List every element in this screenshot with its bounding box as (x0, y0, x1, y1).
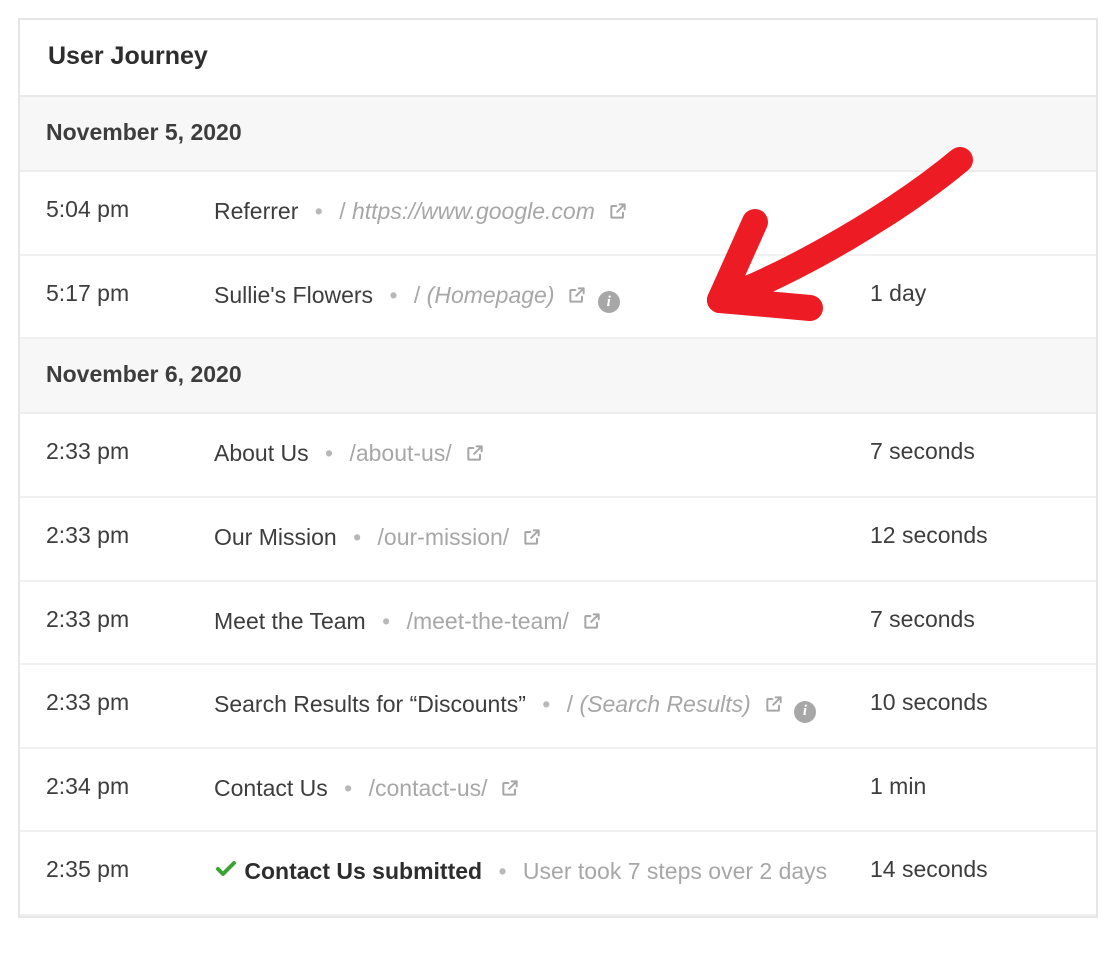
entry-title: Sullie's Flowers (214, 282, 373, 308)
entry-duration: 7 seconds (870, 436, 1070, 465)
entry-duration: 12 seconds (870, 520, 1070, 549)
entry-path: https://www.google.com (352, 198, 595, 224)
date-header: November 6, 2020 (20, 339, 1096, 414)
entry-title: Meet the Team (214, 608, 366, 634)
entry-main: Referrer • / https://www.google.com (214, 194, 870, 232)
entry-duration: 10 seconds (870, 687, 1070, 716)
entry-main: Contact Us submitted • User took 7 steps… (214, 854, 870, 892)
entry-time: 2:35 pm (46, 854, 214, 883)
entry-duration: 1 day (870, 278, 1070, 307)
entry-main: Contact Us • /contact-us/ (214, 771, 870, 809)
entry-duration: 14 seconds (870, 854, 1070, 883)
submission-summary: User took 7 steps over 2 days (523, 858, 827, 884)
entry-path: /about-us/ (349, 440, 451, 466)
separator-dot: • (305, 198, 333, 224)
panel-title: User Journey (48, 42, 208, 70)
entry-title: Our Mission (214, 524, 337, 550)
user-journey-panel: User Journey November 5, 2020 5:04 pm Re… (18, 18, 1098, 918)
external-link-icon[interactable] (522, 522, 542, 558)
separator-dot: • (379, 282, 407, 308)
separator-dot: • (334, 775, 362, 801)
entry-title: About Us (214, 440, 309, 466)
entry-path: (Search Results) (580, 691, 751, 717)
separator-dot: • (488, 858, 516, 884)
entry-title: Contact Us (214, 775, 328, 801)
entry-main: Search Results for “Discounts” • / (Sear… (214, 687, 870, 725)
entry-path: /our-mission/ (378, 524, 510, 550)
entry-duration: 1 min (870, 771, 1070, 800)
entry-duration: 7 seconds (870, 604, 1070, 633)
separator-dot: • (343, 524, 371, 550)
external-link-icon[interactable] (567, 280, 587, 316)
journey-entry: 2:33 pm Search Results for “Discounts” •… (20, 665, 1096, 749)
check-icon (214, 856, 238, 892)
entry-time: 5:04 pm (46, 194, 214, 223)
entry-time: 2:33 pm (46, 687, 214, 716)
journey-entry: 2:34 pm Contact Us • /contact-us/ 1 min (20, 749, 1096, 833)
journey-entry: 2:33 pm Our Mission • /our-mission/ 12 s… (20, 498, 1096, 582)
separator-dot: • (532, 691, 560, 717)
info-icon[interactable]: i (598, 291, 620, 313)
entry-path: (Homepage) (427, 282, 555, 308)
journey-entry: 2:33 pm Meet the Team • /meet-the-team/ … (20, 582, 1096, 666)
entry-duration (870, 194, 1070, 196)
journey-entry: 5:17 pm Sullie's Flowers • / (Homepage) … (20, 256, 1096, 340)
path-slash: / (414, 282, 427, 308)
panel-header: User Journey (20, 20, 1096, 97)
info-icon[interactable]: i (794, 701, 816, 723)
external-link-icon[interactable] (764, 689, 784, 725)
entry-title: Referrer (214, 198, 298, 224)
path-slash: / (339, 198, 352, 224)
entry-time: 2:33 pm (46, 520, 214, 549)
entry-path: /meet-the-team/ (407, 608, 569, 634)
entry-title: Search Results for “Discounts” (214, 691, 526, 717)
entry-main: Our Mission • /our-mission/ (214, 520, 870, 558)
external-link-icon[interactable] (465, 438, 485, 474)
date-header: November 5, 2020 (20, 97, 1096, 172)
external-link-icon[interactable] (608, 196, 628, 232)
entry-time: 2:33 pm (46, 436, 214, 465)
entry-main: About Us • /about-us/ (214, 436, 870, 474)
separator-dot: • (372, 608, 400, 634)
external-link-icon[interactable] (500, 773, 520, 809)
journey-entry: 2:33 pm About Us • /about-us/ 7 seconds (20, 414, 1096, 498)
entry-time: 2:34 pm (46, 771, 214, 800)
entry-time: 5:17 pm (46, 278, 214, 307)
entry-time: 2:33 pm (46, 604, 214, 633)
entry-main: Meet the Team • /meet-the-team/ (214, 604, 870, 642)
entry-main: Sullie's Flowers • / (Homepage) i (214, 278, 870, 316)
separator-dot: • (315, 440, 343, 466)
journey-entry: 5:04 pm Referrer • / https://www.google.… (20, 172, 1096, 256)
submission-title: Contact Us submitted (244, 858, 482, 884)
journey-entry-submission: 2:35 pm Contact Us submitted • User took… (20, 832, 1096, 916)
external-link-icon[interactable] (582, 606, 602, 642)
entry-path: /contact-us/ (369, 775, 488, 801)
path-slash: / (567, 691, 580, 717)
